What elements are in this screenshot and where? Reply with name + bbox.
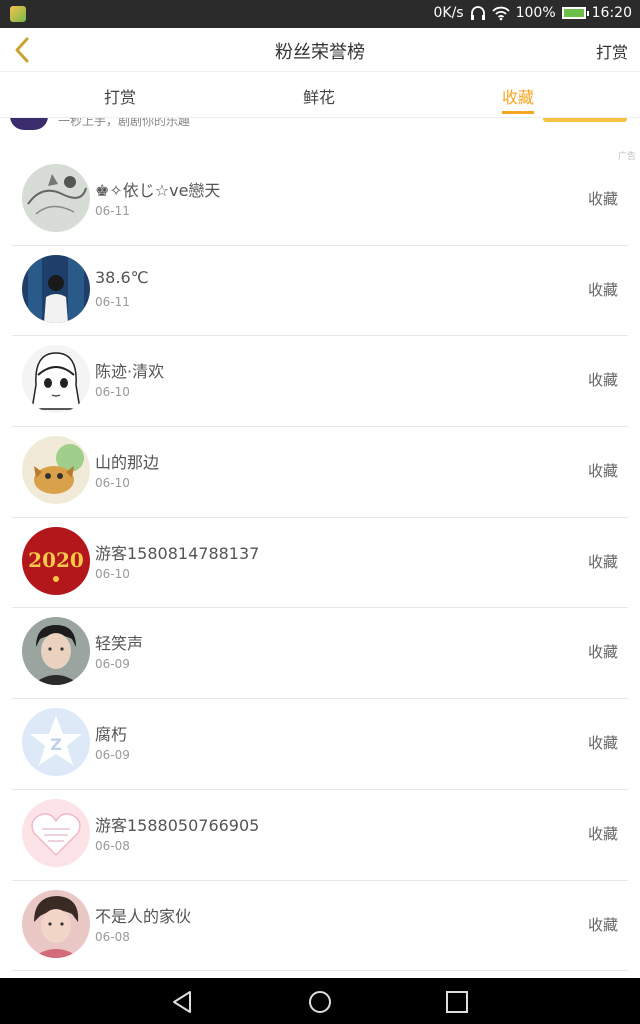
action-type: 收藏: [587, 643, 618, 662]
action-type: 收藏: [587, 280, 618, 299]
active-tab-indicator: [502, 111, 535, 114]
page-title: 粉丝荣誉榜: [275, 42, 365, 63]
avatar: [22, 889, 90, 958]
network-speed: 0K/s: [433, 5, 464, 21]
user-name: 38.6℃: [95, 267, 149, 287]
list-item[interactable]: 山的那边 06-10 收藏: [0, 427, 640, 518]
list-item[interactable]: 游客1588050766905 06-08 收藏: [0, 790, 640, 881]
user-name: 不是人的家伙: [95, 906, 192, 926]
user-name: 腐朽: [95, 725, 128, 745]
avatar: [22, 798, 90, 867]
ad-banner[interactable]: 一秒上手，剧剧你的乐趣: [0, 118, 640, 146]
ad-image: [10, 118, 48, 130]
date: 06-09: [95, 657, 130, 672]
tab-flowers[interactable]: 鲜花: [303, 84, 335, 108]
user-name: 山的那边: [95, 453, 160, 473]
tab-reward[interactable]: 打赏: [104, 84, 136, 108]
date: 06-08: [95, 838, 130, 853]
user-name: 游客1588050766905: [95, 815, 260, 835]
date: 06-10: [95, 385, 130, 400]
ad-button[interactable]: [543, 118, 627, 122]
clock: 16:20: [591, 5, 632, 21]
wifi-icon: [491, 6, 510, 21]
avatar: [22, 254, 90, 323]
nav-home-icon[interactable]: [306, 988, 334, 1016]
action-type: 收藏: [587, 190, 618, 208]
list-item[interactable]: 38.6℃ 06-11 收藏: [0, 246, 640, 337]
status-bar: 0K/s 100% 16:20: [0, 0, 640, 28]
date: 06-10: [95, 476, 130, 491]
nav-back-icon[interactable]: [168, 988, 196, 1016]
date: 06-10: [95, 566, 130, 581]
avatar: 2020: [22, 526, 90, 595]
ad-text: 一秒上手，剧剧你的乐趣: [58, 118, 191, 128]
date: 06-11: [95, 294, 130, 309]
list-item[interactable]: 陈迹·清欢 06-10 收藏: [0, 336, 640, 427]
action-type: 收藏: [587, 552, 618, 571]
avatar: Z: [22, 708, 90, 777]
list-item[interactable]: 轻笑声 06-09 收藏: [0, 608, 640, 699]
fan-list: ♚✧依じ☆ve戀天 06-11 收藏 38.6℃ 06-11 收藏 陈迹·清欢 …: [0, 155, 640, 971]
list-item[interactable]: 不是人的家伙 06-08 收藏: [0, 881, 640, 972]
action-type: 收藏: [587, 371, 618, 390]
title-bar: 粉丝荣誉榜 打赏: [0, 28, 640, 72]
battery-icon: [561, 7, 589, 19]
avatar: [22, 436, 90, 505]
reward-button[interactable]: 打赏: [596, 39, 628, 63]
tab-favorites[interactable]: 收藏: [502, 84, 535, 114]
battery-percent: 100%: [515, 5, 556, 21]
nav-recents-icon[interactable]: [443, 988, 471, 1016]
svg-text:Z: Z: [50, 735, 62, 754]
action-type: 收藏: [587, 824, 618, 843]
date: 06-11: [95, 204, 130, 218]
app-notification-icon: [10, 6, 26, 22]
user-name: 游客1580814788137: [95, 543, 260, 563]
svg-text:2020: 2020: [28, 548, 84, 572]
list-item[interactable]: ♚✧依じ☆ve戀天 06-11 收藏: [0, 155, 640, 246]
avatar: [22, 164, 90, 232]
date: 06-09: [95, 748, 130, 763]
list-item[interactable]: 2020 游客1580814788137 06-10 收藏: [0, 518, 640, 609]
action-type: 收藏: [587, 462, 618, 481]
action-type: 收藏: [587, 734, 618, 753]
headphones-icon: [470, 6, 485, 20]
avatar: [22, 345, 90, 414]
action-type: 收藏: [587, 915, 618, 934]
system-nav-bar: [0, 978, 640, 1024]
list-item[interactable]: Z 腐朽 06-09 收藏: [0, 699, 640, 790]
tab-bar: 打赏 鲜花 收藏: [0, 72, 640, 118]
user-name: 轻笑声: [95, 634, 144, 654]
avatar: [22, 617, 90, 686]
user-name: ♚✧依じ☆ve戀天: [95, 181, 221, 200]
date: 06-08: [95, 929, 130, 944]
user-name: 陈迹·清欢: [95, 362, 165, 382]
